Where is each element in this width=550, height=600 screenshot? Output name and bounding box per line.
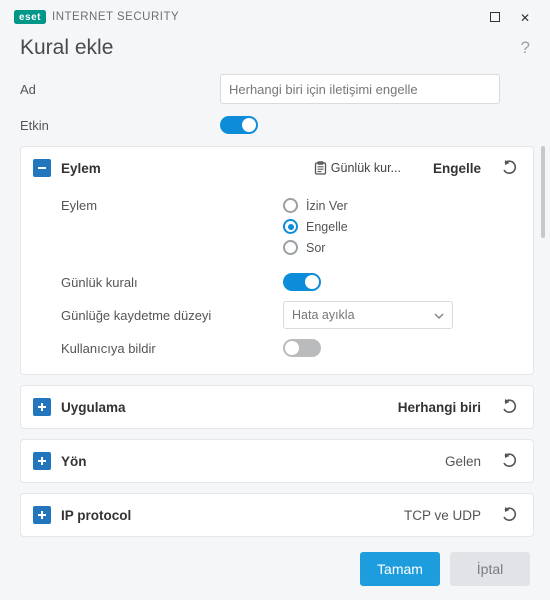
notify-user-toggle[interactable] — [283, 339, 321, 357]
action-field-label: Eylem — [61, 198, 283, 213]
section-direction-summary: Gelen — [445, 454, 481, 469]
radio-checked-icon — [283, 219, 298, 234]
notify-user-label: Kullanıcıya bildir — [61, 341, 283, 356]
dialog-heading-row: Kural ekle ? — [0, 32, 550, 74]
maximize-icon — [490, 12, 500, 22]
section-protocol-reset[interactable] — [499, 504, 521, 526]
sections-scroll-area: Eylem Günlük kur... Engelle Eylem — [0, 146, 550, 546]
section-action-summary: Engelle — [433, 161, 481, 176]
section-direction: Yön Gelen — [20, 439, 534, 483]
log-rule-label: Günlük kuralı — [61, 275, 283, 290]
section-action-body: Eylem İzin Ver Engelle Sor — [21, 189, 533, 374]
log-rule-hint[interactable]: Günlük kur... — [314, 161, 401, 175]
action-radio-block[interactable]: Engelle — [283, 219, 348, 234]
section-direction-reset[interactable] — [499, 450, 521, 472]
name-label: Ad — [20, 82, 220, 97]
dialog-footer: Tamam İptal — [0, 538, 550, 600]
log-rule-hint-label: Günlük kur... — [331, 161, 401, 175]
title-bar: eset INTERNET SECURITY — [0, 0, 550, 32]
top-form: Ad Etkin — [0, 74, 550, 134]
section-application: Uygulama Herhangi biri — [20, 385, 534, 429]
cancel-button[interactable]: İptal — [450, 552, 530, 586]
collapse-icon — [33, 159, 51, 177]
brand-product: INTERNET SECURITY — [52, 11, 179, 23]
expand-icon — [33, 398, 51, 416]
page-title: Kural ekle — [20, 36, 113, 60]
log-level-select[interactable]: Hata ayıkla — [283, 301, 453, 329]
action-radio-ask[interactable]: Sor — [283, 240, 348, 255]
section-protocol: IP protocol TCP ve UDP — [20, 493, 534, 537]
radio-icon — [283, 198, 298, 213]
enabled-label: Etkin — [20, 118, 220, 133]
section-direction-title: Yön — [61, 454, 87, 469]
undo-icon — [501, 399, 519, 415]
section-application-title: Uygulama — [61, 400, 126, 415]
scrollbar[interactable] — [541, 146, 545, 238]
window-close-button[interactable] — [510, 6, 540, 28]
action-radio-group: İzin Ver Engelle Sor — [283, 198, 348, 255]
expand-icon — [33, 506, 51, 524]
section-action-header[interactable]: Eylem Günlük kur... Engelle — [21, 147, 533, 189]
undo-icon — [501, 160, 519, 176]
undo-icon — [501, 453, 519, 469]
section-application-header[interactable]: Uygulama Herhangi biri — [21, 386, 533, 428]
expand-icon — [33, 452, 51, 470]
clipboard-icon — [314, 161, 327, 175]
section-application-summary: Herhangi biri — [398, 400, 481, 415]
action-radio-allow[interactable]: İzin Ver — [283, 198, 348, 213]
section-action-title: Eylem — [61, 161, 101, 176]
action-radio-block-label: Engelle — [306, 220, 348, 234]
chevron-down-icon — [434, 308, 444, 322]
log-level-label: Günlüğe kaydetme düzeyi — [61, 308, 283, 323]
section-action: Eylem Günlük kur... Engelle Eylem — [20, 146, 534, 375]
section-direction-header[interactable]: Yön Gelen — [21, 440, 533, 482]
undo-icon — [501, 507, 519, 523]
window-maximize-button[interactable] — [480, 6, 510, 28]
radio-icon — [283, 240, 298, 255]
enabled-toggle[interactable] — [220, 116, 258, 134]
section-protocol-summary: TCP ve UDP — [404, 508, 481, 523]
section-application-reset[interactable] — [499, 396, 521, 418]
ok-button[interactable]: Tamam — [360, 552, 440, 586]
section-protocol-header[interactable]: IP protocol TCP ve UDP — [21, 494, 533, 536]
section-action-reset[interactable] — [499, 157, 521, 179]
section-protocol-title: IP protocol — [61, 508, 131, 523]
brand-badge: eset — [14, 10, 46, 24]
rule-name-input[interactable] — [220, 74, 500, 104]
log-level-value: Hata ayıkla — [292, 308, 355, 322]
help-button[interactable]: ? — [521, 38, 530, 58]
action-radio-ask-label: Sor — [306, 241, 325, 255]
close-icon — [520, 10, 530, 25]
action-radio-allow-label: İzin Ver — [306, 199, 348, 213]
log-rule-toggle[interactable] — [283, 273, 321, 291]
